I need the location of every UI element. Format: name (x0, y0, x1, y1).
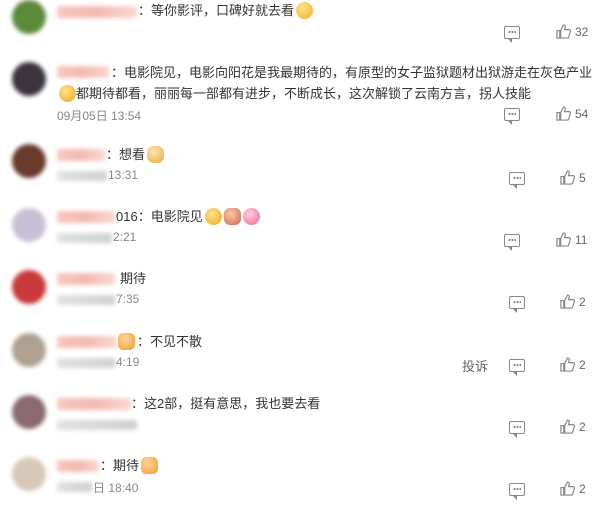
comment-time-blurred (57, 420, 137, 430)
comment-item: 期待 7:35 2 (0, 268, 600, 313)
like-count: 2 (579, 295, 586, 309)
username[interactable] (57, 336, 117, 348)
username[interactable] (57, 273, 115, 285)
time-prefix (57, 171, 107, 181)
celebration-emoji-icon (141, 457, 159, 474)
comment-actions: 54 (400, 106, 600, 128)
thumbs-up-icon (556, 232, 571, 247)
comment-time: 4:19 (116, 355, 140, 369)
doll-emoji-icon (223, 208, 241, 225)
avatar[interactable] (12, 0, 46, 34)
username[interactable] (57, 211, 115, 223)
avatar[interactable] (12, 333, 46, 367)
comment-text: 016：电影院见 (116, 206, 260, 227)
comment-item: ：不见不散 4:19 投诉 2 (0, 331, 600, 376)
comment-icon[interactable] (509, 359, 525, 376)
like-count: 5 (579, 171, 586, 185)
comment-item: ：等你影评，口碑好就去看 32 (0, 0, 600, 55)
grin-emoji-icon (296, 2, 314, 19)
thumbs-up-icon (556, 24, 571, 39)
comment-icon[interactable] (509, 421, 525, 438)
comment-text: 期待 (120, 271, 147, 286)
comment-actions: 32 (400, 24, 600, 46)
username[interactable] (57, 6, 137, 18)
comment-actions: 投诉 2 (400, 356, 600, 376)
time-prefix (57, 233, 112, 243)
thumbs-up-icon (560, 294, 575, 309)
time-prefix (57, 358, 115, 368)
comment-icon[interactable] (504, 108, 520, 125)
comment-time: 2:21 (113, 230, 137, 244)
laughing-emoji-icon (204, 208, 222, 225)
comment-actions: 2 (400, 419, 600, 441)
comment-actions: 2 (400, 481, 600, 503)
crown-emoji-icon (118, 333, 135, 350)
victory-hand-emoji-icon (147, 146, 165, 163)
comment-time: 7:35 (116, 292, 140, 306)
comment-icon[interactable] (509, 296, 525, 313)
avatar[interactable] (12, 144, 46, 178)
comment-item: ：期待 日 18:40 2 (0, 455, 600, 505)
comment-item: 016：电影院见 2:21 11 (0, 206, 600, 251)
comment-item: ：想看 13:31 5 (0, 144, 600, 189)
time-prefix (57, 295, 115, 305)
comment-actions: 11 (400, 232, 600, 254)
comment-icon[interactable] (504, 234, 520, 251)
time-prefix (57, 482, 92, 492)
heart-eyes-emoji-icon (242, 208, 260, 225)
comment-text: ：等你影评，口碑好就去看 (138, 0, 314, 21)
comment-time: 日 18:40 (93, 481, 139, 495)
avatar[interactable] (12, 457, 46, 491)
username[interactable] (57, 149, 105, 161)
avatar[interactable] (12, 395, 46, 429)
comment-item: ：这2部，挺有意思，我也要去看 2 (0, 393, 600, 438)
thumbs-up-icon (560, 170, 575, 185)
comment-actions: 5 (400, 170, 600, 192)
comment-icon[interactable] (504, 26, 520, 43)
comment-text: ：期待 (100, 455, 159, 476)
comment-time: 13:31 (108, 168, 139, 182)
comment-item: ：电影院见，电影向阳花是我最期待的，有原型的女子监狱题材出狱游走在灰色产业都期待… (0, 60, 600, 130)
like-count: 11 (575, 233, 588, 247)
avatar[interactable] (12, 270, 46, 304)
report-button[interactable]: 投诉 (462, 356, 488, 375)
comment-text: ：想看 (106, 144, 165, 165)
comment-icon[interactable] (509, 483, 525, 500)
surprised-emoji-icon (59, 85, 76, 102)
username[interactable] (57, 460, 99, 472)
like-count: 32 (575, 25, 589, 39)
comment-text: ：电影院见，电影向阳花是我最期待的，有原型的女子监狱题材出狱游走在灰色产业都期待… (57, 62, 592, 104)
thumbs-up-icon (560, 419, 575, 434)
thumbs-up-icon (560, 481, 575, 496)
like-count: 2 (579, 358, 586, 372)
comment-icon[interactable] (509, 172, 525, 189)
avatar[interactable] (12, 62, 46, 96)
thumbs-up-icon (556, 106, 571, 121)
like-count: 54 (575, 107, 589, 121)
comment-time: 09月05日 13:54 (57, 109, 142, 123)
comment-actions: 2 (400, 294, 600, 316)
username[interactable] (57, 398, 131, 410)
comment-text: ：这2部，挺有意思，我也要去看 (131, 396, 321, 411)
avatar[interactable] (12, 208, 46, 242)
like-count: 2 (579, 482, 586, 496)
thumbs-up-icon (560, 357, 575, 372)
like-count: 2 (579, 420, 586, 434)
comment-text: ：不见不散 (118, 331, 202, 352)
